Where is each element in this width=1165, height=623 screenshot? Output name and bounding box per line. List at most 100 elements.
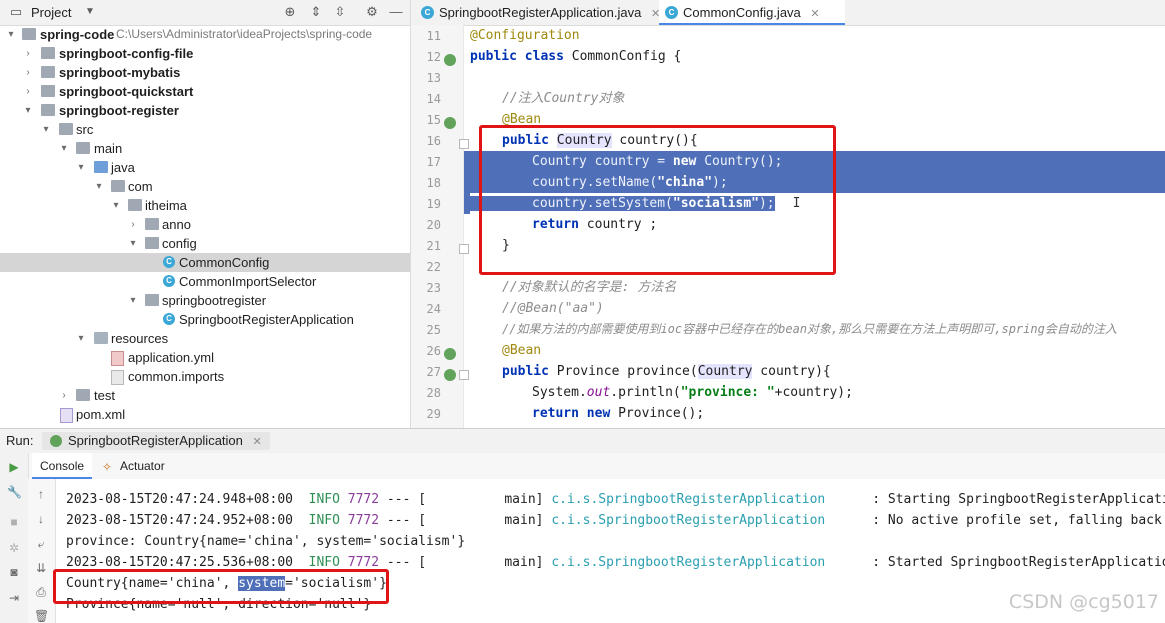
- keyword-text: public class: [470, 49, 572, 64]
- stop-icon[interactable]: ■: [7, 515, 21, 529]
- chevron-right-icon[interactable]: ›: [128, 215, 138, 234]
- tree-item-label: config: [162, 236, 197, 251]
- class-icon: C: [421, 6, 434, 19]
- comment-text: //如果方法的内部需要使用到ioc容器中已经存在的bean对象,那么只需要在方法…: [502, 322, 1117, 336]
- module-folder-icon: [22, 28, 36, 40]
- tree-item[interactable]: pom.xml: [0, 405, 410, 424]
- spring-bean-icon[interactable]: [444, 348, 456, 360]
- annotation-text: @Configuration: [470, 28, 580, 43]
- chevron-right-icon[interactable]: ›: [23, 63, 33, 82]
- chevron-down-icon[interactable]: ▾: [76, 158, 86, 177]
- tree-item[interactable]: ▾ config: [0, 234, 410, 253]
- tab-actuator[interactable]: Actuator: [120, 453, 165, 479]
- soft-wrap-icon[interactable]: ⤶: [34, 537, 48, 551]
- chevron-down-icon[interactable]: ▾: [6, 25, 16, 44]
- watermark: CSDN @cg5017: [1008, 591, 1159, 613]
- tab-label: CommonConfig.java: [683, 5, 801, 20]
- tree-item[interactable]: › springboot-config-file: [0, 44, 410, 63]
- expand-all-icon[interactable]: ⇕: [308, 4, 324, 20]
- code-line: //@Bean("aa"): [464, 298, 1165, 319]
- run-panel-header: Run: SpringbootRegisterApplication ✕: [0, 428, 1165, 454]
- tree-item[interactable]: ▾ itheima: [0, 196, 410, 215]
- tree-item[interactable]: ▾ springbootregister: [0, 291, 410, 310]
- close-icon[interactable]: ✕: [810, 8, 819, 20]
- log-line: 2023-08-15T20:47:24.952+08:00 INFO 7772 …: [66, 510, 1165, 531]
- debug-icon[interactable]: ✲: [7, 541, 21, 555]
- spring-bean-icon[interactable]: [444, 369, 456, 381]
- minimize-icon[interactable]: —: [388, 4, 404, 20]
- line-number: 24: [426, 302, 441, 316]
- tree-item[interactable]: C SpringbootRegisterApplication: [0, 310, 410, 329]
- tree-item[interactable]: C CommonImportSelector: [0, 272, 410, 291]
- module-folder-icon: [41, 104, 55, 116]
- gear-icon[interactable]: ⚙: [364, 4, 380, 20]
- chevron-down-icon[interactable]: ▾: [111, 196, 121, 215]
- camera-icon[interactable]: ◙: [7, 565, 21, 579]
- line-number: 26: [426, 344, 441, 358]
- tree-item[interactable]: › test: [0, 386, 410, 405]
- chevron-down-icon[interactable]: ▾: [128, 234, 138, 253]
- close-icon[interactable]: ✕: [253, 436, 262, 448]
- chevron-right-icon[interactable]: ›: [59, 386, 69, 405]
- annotation-text: @Bean: [502, 112, 542, 127]
- print-icon[interactable]: ⎙: [34, 585, 48, 599]
- code-text: CommonConfig {: [571, 49, 682, 64]
- scroll-to-end-icon[interactable]: ⇊: [34, 561, 48, 575]
- locate-icon[interactable]: ⊕: [282, 4, 298, 20]
- log-message: : No active profile set, falling back t: [872, 513, 1165, 528]
- tree-item[interactable]: common.imports: [0, 367, 410, 386]
- tree-item[interactable]: ▾ main: [0, 139, 410, 158]
- exit-icon[interactable]: ⇥: [7, 591, 21, 605]
- class-icon: C: [163, 275, 175, 287]
- tree-item[interactable]: › springboot-mybatis: [0, 63, 410, 82]
- line-number: 23: [426, 281, 441, 295]
- keyword-text: new: [672, 154, 705, 169]
- rerun-icon[interactable]: ▶: [7, 460, 21, 474]
- chevron-down-icon[interactable]: ▼: [82, 4, 98, 20]
- log-line: Province{name='null', direction='null'}: [66, 597, 372, 612]
- tree-item-label: anno: [162, 217, 191, 232]
- yaml-file-icon: [111, 351, 124, 366]
- log-level: INFO: [308, 513, 340, 528]
- chevron-down-icon[interactable]: ▾: [76, 329, 86, 348]
- chevron-down-icon[interactable]: ▾: [128, 291, 138, 310]
- tree-item[interactable]: ▾ springboot-register: [0, 101, 410, 120]
- tab-console[interactable]: Console: [32, 453, 93, 479]
- log-message: : Started SpringbootRegisterApplicatio: [872, 555, 1165, 570]
- collapse-all-icon[interactable]: ⇳: [332, 4, 348, 20]
- console-output[interactable]: 2023-08-15T20:47:24.948+08:00 INFO 7772 …: [56, 479, 1165, 623]
- chevron-down-icon[interactable]: ▾: [41, 120, 51, 139]
- arrow-down-icon[interactable]: ↓: [34, 512, 48, 526]
- chevron-down-icon[interactable]: ▾: [59, 139, 69, 158]
- chevron-right-icon[interactable]: ›: [23, 44, 33, 63]
- run-config-tab[interactable]: SpringbootRegisterApplication ✕: [42, 432, 270, 450]
- spring-bean-icon[interactable]: [444, 54, 456, 66]
- chevron-right-icon[interactable]: ›: [23, 82, 33, 101]
- tree-item[interactable]: ▾ java: [0, 158, 410, 177]
- trash-icon[interactable]: 🗑: [34, 609, 49, 623]
- tree-item-selected[interactable]: C CommonConfig: [0, 253, 410, 272]
- tree-item[interactable]: ▾ spring-code C:\Users\Administrator\ide…: [0, 25, 410, 44]
- spring-bean-icon[interactable]: [444, 117, 456, 129]
- project-panel-title[interactable]: Project: [31, 5, 71, 20]
- tab-springboot-register-application[interactable]: C SpringbootRegisterApplication.java ✕: [415, 0, 677, 25]
- tree-item[interactable]: › anno: [0, 215, 410, 234]
- tree-item[interactable]: ▾ resources: [0, 329, 410, 348]
- code-line: public class CommonConfig {: [464, 46, 1165, 67]
- chevron-down-icon[interactable]: ▾: [23, 101, 33, 120]
- code-editor[interactable]: @Configuration public class CommonConfig…: [464, 25, 1165, 428]
- resources-folder-icon: [94, 332, 108, 344]
- tab-common-config[interactable]: C CommonConfig.java ✕: [659, 0, 845, 25]
- log-line: province: Country{name='china', system='…: [66, 534, 466, 549]
- code-line-selected: country.setSystem("socialism"); I: [464, 193, 1165, 214]
- run-subtabs: Console ✧ Actuator: [0, 453, 1165, 480]
- tree-item[interactable]: ▾ com: [0, 177, 410, 196]
- tree-item[interactable]: application.yml: [0, 348, 410, 367]
- project-view-icon[interactable]: ▭: [8, 4, 24, 20]
- code-text: Country country =: [532, 154, 673, 169]
- arrow-up-icon[interactable]: ↑: [34, 487, 48, 501]
- tree-item[interactable]: › springboot-quickstart: [0, 82, 410, 101]
- wrench-icon[interactable]: 🔧: [7, 485, 22, 499]
- tree-item[interactable]: ▾ src: [0, 120, 410, 139]
- chevron-down-icon[interactable]: ▾: [94, 177, 104, 196]
